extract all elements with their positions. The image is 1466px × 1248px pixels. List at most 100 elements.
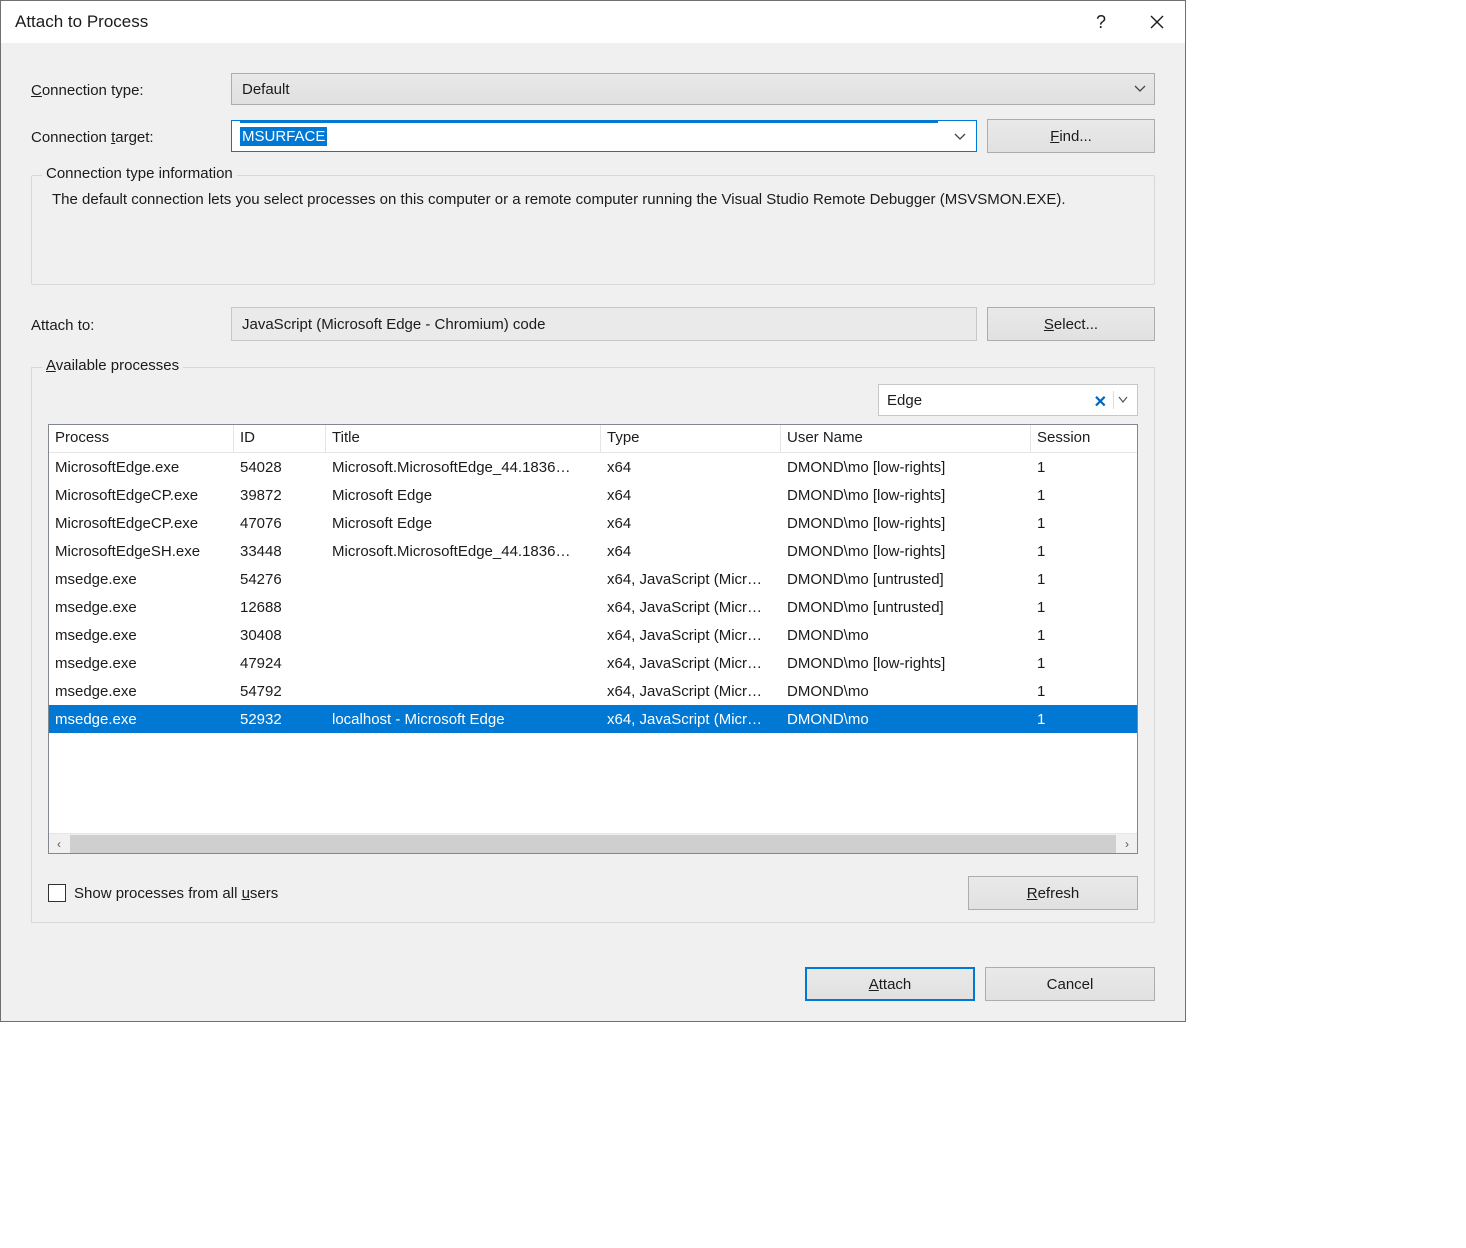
table-cell: 1 xyxy=(1031,655,1137,672)
table-cell: x64, JavaScript (Micr… xyxy=(601,599,781,616)
col-title[interactable]: Title xyxy=(326,425,601,452)
close-button[interactable] xyxy=(1129,1,1185,43)
process-filter-value: Edge xyxy=(887,392,922,409)
process-table: Process ID Title Type User Name Session … xyxy=(48,424,1138,854)
attach-to-value: JavaScript (Microsoft Edge - Chromium) c… xyxy=(242,316,545,333)
table-cell: 1 xyxy=(1031,599,1137,616)
table-cell: x64 xyxy=(601,487,781,504)
refresh-button[interactable]: Refresh xyxy=(968,876,1138,910)
table-row[interactable]: msedge.exe52932localhost - Microsoft Edg… xyxy=(49,705,1137,733)
table-cell: DMOND\mo [low-rights] xyxy=(781,543,1031,560)
window-title: Attach to Process xyxy=(15,12,1073,32)
table-cell: msedge.exe xyxy=(49,711,234,728)
scroll-left-icon[interactable]: ‹ xyxy=(49,837,69,851)
table-cell: x64, JavaScript (Micr… xyxy=(601,571,781,588)
table-cell: Microsoft.MicrosoftEdge_44.1836… xyxy=(326,459,601,476)
table-cell: MicrosoftEdgeSH.exe xyxy=(49,543,234,560)
show-all-users-checkbox[interactable] xyxy=(48,884,66,902)
table-cell: msedge.exe xyxy=(49,655,234,672)
select-button[interactable]: Select... xyxy=(987,307,1155,341)
table-cell: DMOND\mo [low-rights] xyxy=(781,515,1031,532)
horizontal-scrollbar[interactable]: ‹ › xyxy=(49,833,1137,853)
table-cell: 1 xyxy=(1031,543,1137,560)
table-cell: DMOND\mo [low-rights] xyxy=(781,459,1031,476)
table-cell: 54028 xyxy=(234,459,326,476)
table-row[interactable]: msedge.exe54792 x64, JavaScript (Micr…DMO… xyxy=(49,677,1137,705)
col-session[interactable]: Session xyxy=(1031,425,1137,452)
table-cell: 39872 xyxy=(234,487,326,504)
find-button[interactable]: Find... xyxy=(987,119,1155,153)
table-cell: msedge.exe xyxy=(49,599,234,616)
table-cell: 33448 xyxy=(234,543,326,560)
connection-target-input[interactable]: MSURFACE xyxy=(231,120,977,152)
process-filter-input[interactable]: Edge ✕ xyxy=(878,384,1138,416)
table-cell: 30408 xyxy=(234,627,326,644)
table-cell: DMOND\mo xyxy=(781,711,1031,728)
table-row[interactable]: msedge.exe54276 x64, JavaScript (Micr…DMO… xyxy=(49,565,1137,593)
table-row[interactable]: MicrosoftEdgeCP.exe39872Microsoft Edgex6… xyxy=(49,481,1137,509)
table-cell: 47924 xyxy=(234,655,326,672)
table-row[interactable]: MicrosoftEdgeCP.exe47076Microsoft Edgex6… xyxy=(49,509,1137,537)
table-header: Process ID Title Type User Name Session xyxy=(49,425,1137,453)
connection-info-legend: Connection type information xyxy=(42,165,237,182)
table-row[interactable]: msedge.exe30408x64, JavaScript (Micr…DMO… xyxy=(49,621,1137,649)
chevron-down-icon[interactable] xyxy=(1113,391,1131,409)
table-cell: x64, JavaScript (Micr… xyxy=(601,711,781,728)
table-cell: msedge.exe xyxy=(49,571,234,588)
table-cell: Microsoft.MicrosoftEdge_44.1836… xyxy=(326,543,601,560)
table-cell: 1 xyxy=(1031,711,1137,728)
available-processes-legend: Available processes xyxy=(42,357,183,374)
table-cell: localhost - Microsoft Edge xyxy=(326,711,601,728)
table-cell: x64 xyxy=(601,459,781,476)
connection-info-group: Connection type information The default … xyxy=(31,175,1155,285)
table-cell: DMOND\mo xyxy=(781,683,1031,700)
help-button[interactable]: ? xyxy=(1073,1,1129,43)
table-cell: 54792 xyxy=(234,683,326,700)
table-cell: DMOND\mo [untrusted] xyxy=(781,571,1031,588)
connection-target-label: Connection target: xyxy=(31,127,231,146)
clear-filter-icon[interactable]: ✕ xyxy=(1094,392,1107,412)
table-cell: 1 xyxy=(1031,627,1137,644)
table-cell: Microsoft Edge xyxy=(326,515,601,532)
connection-target-row: Connection target: MSURFACE Find... xyxy=(31,119,1155,153)
table-cell: 1 xyxy=(1031,683,1137,700)
attach-to-row: Attach to: JavaScript (Microsoft Edge - … xyxy=(31,307,1155,341)
attach-button[interactable]: Attach xyxy=(805,967,975,1001)
table-cell: msedge.exe xyxy=(49,683,234,700)
table-cell: 54276 xyxy=(234,571,326,588)
table-cell: x64 xyxy=(601,543,781,560)
table-row[interactable]: msedge.exe47924x64, JavaScript (Micr…DMO… xyxy=(49,649,1137,677)
connection-type-label: Connection type: xyxy=(31,80,231,99)
col-process[interactable]: Process xyxy=(49,425,234,452)
scroll-right-icon[interactable]: › xyxy=(1117,837,1137,851)
attach-to-label: Attach to: xyxy=(31,315,231,334)
col-user[interactable]: User Name xyxy=(781,425,1031,452)
col-id[interactable]: ID xyxy=(234,425,326,452)
table-cell: 1 xyxy=(1031,571,1137,588)
table-cell: x64, JavaScript (Micr… xyxy=(601,683,781,700)
table-cell: Microsoft Edge xyxy=(326,487,601,504)
chevron-down-icon xyxy=(1134,83,1146,95)
col-type[interactable]: Type xyxy=(601,425,781,452)
connection-type-row: Connection type: Default xyxy=(31,73,1155,105)
table-cell: MicrosoftEdgeCP.exe xyxy=(49,515,234,532)
table-cell: DMOND\mo [untrusted] xyxy=(781,599,1031,616)
table-body: MicrosoftEdge.exe54028Microsoft.Microsof… xyxy=(49,453,1137,833)
table-cell: MicrosoftEdgeCP.exe xyxy=(49,487,234,504)
connection-type-value: Default xyxy=(242,81,290,98)
table-row[interactable]: MicrosoftEdge.exe54028Microsoft.Microsof… xyxy=(49,453,1137,481)
table-cell: x64, JavaScript (Micr… xyxy=(601,627,781,644)
table-cell: 1 xyxy=(1031,487,1137,504)
table-cell: 52932 xyxy=(234,711,326,728)
connection-info-text: The default connection lets you select p… xyxy=(48,188,1138,211)
table-row[interactable]: msedge.exe12688x64, JavaScript (Micr…DMO… xyxy=(49,593,1137,621)
table-row[interactable]: MicrosoftEdgeSH.exe33448Microsoft.Micros… xyxy=(49,537,1137,565)
chevron-down-icon[interactable] xyxy=(954,131,966,143)
connection-type-select[interactable]: Default xyxy=(231,73,1155,105)
scroll-track[interactable] xyxy=(70,835,1116,853)
table-cell: msedge.exe xyxy=(49,627,234,644)
filter-row: Edge ✕ xyxy=(48,384,1138,416)
cancel-button[interactable]: Cancel xyxy=(985,967,1155,1001)
dialog-content: Connection type: Default Connection targ… xyxy=(1,43,1185,941)
available-bottom-row: Show processes from all users Refresh xyxy=(48,876,1138,910)
